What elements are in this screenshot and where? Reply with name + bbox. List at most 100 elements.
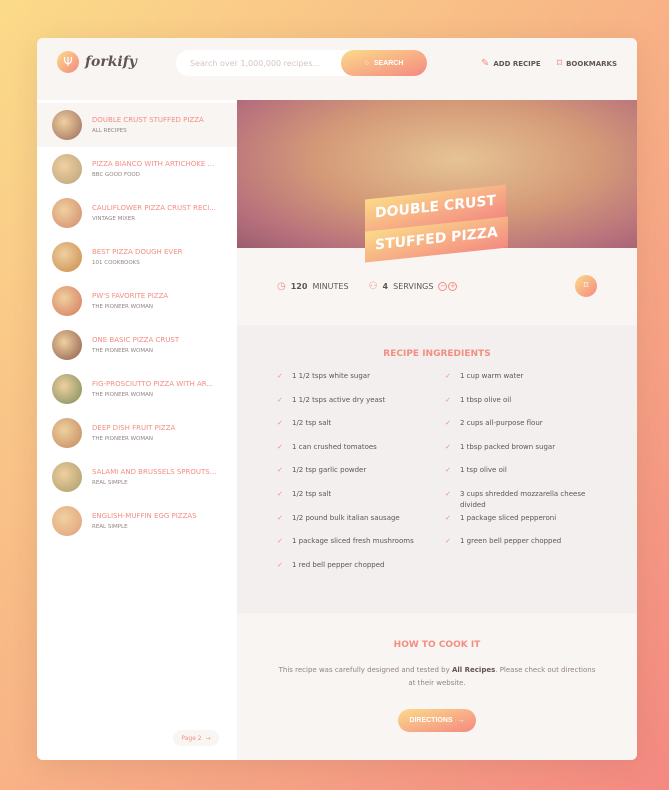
ingredient-text: 1/2 pound bulk italian sausage: [292, 513, 400, 522]
ingredient-text: 1/2 tsp salt: [292, 419, 332, 428]
result-publisher: THE PIONEER WOMAN: [92, 348, 154, 354]
search-button[interactable]: ○ SEARCH: [341, 50, 427, 76]
ingredient-text: 1 package sliced pepperoni: [460, 513, 557, 522]
ingredient: ✓ 1/2 tsp salt: [277, 489, 445, 513]
ingredient: ✓ 1 tbsp packed brown sugar: [445, 442, 605, 466]
search-label: SEARCH: [373, 59, 404, 67]
ingredient-text: 1 cup warm water: [460, 372, 524, 380]
ingredient: ✓ 1 package sliced pepperoni: [445, 513, 605, 537]
decrease-servings-button[interactable]: −: [438, 282, 448, 291]
edit-icon: ✎: [481, 58, 490, 69]
ingredient-text: 1 1/2 tsps white sugar: [292, 372, 370, 380]
check-icon: ✓: [277, 395, 283, 404]
servings-label: SERVINGS: [393, 282, 434, 291]
result-item[interactable]: DEEP DISH FRUIT PIZZA THE PIONEER WOMAN: [37, 411, 237, 455]
result-publisher: THE PIONEER WOMAN: [92, 392, 154, 398]
directions-title: HOW TO COOK IT: [393, 640, 481, 650]
add-recipe-button[interactable]: ✎ ADD RECIPE: [481, 58, 541, 69]
increase-servings-button[interactable]: +: [448, 282, 458, 291]
recipe-thumbnail: [52, 110, 82, 140]
ingredient: ✓ 1 tsp olive oil: [445, 465, 605, 489]
result-title: ONE BASIC PIZZA CRUST: [92, 336, 180, 344]
result-title: SALAMI AND BRUSSELS SPROUTS...: [92, 468, 217, 476]
search-icon: ○: [364, 59, 369, 67]
check-icon: ✓: [445, 466, 451, 475]
ingredient: ✓ 3 cups shredded mozzarella cheese divid…: [445, 489, 605, 513]
servings: ⚇ 4 SERVINGS − +: [369, 281, 458, 292]
logo-text: forkify: [85, 54, 137, 70]
recipe-details: ◷ 120 MINUTES ⚇ 4 SERVINGS − + ⌑: [237, 248, 637, 325]
bookmark-recipe-button[interactable]: ⌑: [575, 275, 597, 297]
minutes-label: MINUTES: [312, 282, 349, 291]
ingredient: ✓ 1 1/2 tsps active dry yeast: [277, 395, 445, 419]
bookmarks-button[interactable]: ⌑ BOOKMARKS: [557, 58, 617, 69]
result-publisher: ALL RECIPES: [92, 128, 127, 134]
directions-section: HOW TO COOK IT This recipe was carefully…: [237, 613, 637, 732]
result-item[interactable]: ENGLISH-MUFFIN EGG PIZZAS REAL SIMPLE: [37, 499, 237, 543]
check-icon: ✓: [445, 395, 451, 404]
recipe-thumbnail: [52, 418, 82, 448]
result-item[interactable]: FIG-PROSCIUTTO PIZZA WITH AR... THE PION…: [37, 367, 237, 411]
ingredient-text: 1 red bell pepper chopped: [292, 560, 385, 569]
result-item[interactable]: DOUBLE CRUST STUFFED PIZZA ALL RECIPES: [37, 103, 237, 147]
ingredient: ✓ 1/2 tsp garlic powder: [277, 465, 445, 489]
check-icon: ✓: [445, 537, 451, 546]
result-title: PW'S FAVORITE PIZZA: [92, 292, 169, 300]
search-form: ○ SEARCH: [176, 50, 427, 76]
ingredient-text: 1/2 tsp garlic powder: [292, 466, 367, 475]
check-icon: ✓: [277, 513, 283, 522]
result-item[interactable]: ONE BASIC PIZZA CRUST THE PIONEER WOMAN: [37, 323, 237, 367]
users-icon: ⚇: [368, 281, 378, 292]
pagination-next-button[interactable]: Page 2 →: [173, 730, 219, 746]
ingredient: ✓ 1 red bell pepper chopped: [277, 560, 445, 584]
check-icon: ✓: [277, 489, 283, 498]
ingredient-text: 1 green bell pepper chopped: [460, 537, 562, 546]
servings-value: 4: [382, 282, 389, 291]
result-item[interactable]: BEST PIZZA DOUGH EVER 101 COOKBOOKS: [37, 235, 237, 279]
result-title: DOUBLE CRUST STUFFED PIZZA: [92, 116, 204, 124]
search-input[interactable]: [176, 58, 341, 68]
ingredient-text: 1/2 tsp salt: [292, 489, 332, 498]
arrow-right-icon: →: [205, 734, 211, 742]
ingredient-text: 3 cups shredded mozzarella cheese divide…: [460, 489, 586, 510]
result-title: ENGLISH-MUFFIN EGG PIZZAS: [92, 512, 197, 520]
bookmarks-label: BOOKMARKS: [566, 59, 617, 68]
recipe-thumbnail: [52, 462, 82, 492]
result-title: FIG-PROSCIUTTO PIZZA WITH AR...: [92, 380, 214, 388]
recipe-view: DOUBLE CRUST STUFFED PIZZA ◷ 120 MINUTES ⚇…: [237, 100, 637, 760]
ingredient: ✓ 1 package sliced fresh mushrooms: [277, 536, 445, 560]
recipe-thumbnail: [52, 506, 82, 536]
directions-button[interactable]: DIRECTIONS →: [398, 708, 476, 732]
result-publisher: VINTAGE MIXER: [92, 216, 136, 222]
check-icon: ✓: [277, 372, 283, 380]
directions-label: DIRECTIONS: [409, 716, 453, 724]
recipe-thumbnail: [52, 286, 82, 316]
result-publisher: 101 COOKBOOKS: [92, 260, 140, 266]
fork-icon: Ψ: [57, 51, 79, 73]
ingredient-text: 2 cups all-purpose flour: [460, 419, 543, 428]
ingredient-text: 1 tbsp packed brown sugar: [460, 442, 556, 451]
ingredient: ✓ 1 1/2 tsps white sugar: [277, 371, 445, 395]
recipe-thumbnail: [52, 154, 82, 184]
ingredient: ✓ 1/2 pound bulk italian sausage: [277, 513, 445, 537]
check-icon: ✓: [445, 372, 451, 380]
result-item[interactable]: CAULIFLOWER PIZZA CRUST RECI... VINTAGE …: [37, 191, 237, 235]
result-item[interactable]: PW'S FAVORITE PIZZA THE PIONEER WOMAN: [37, 279, 237, 323]
bookmark-icon: ⌑: [583, 281, 589, 291]
ingredients-title: RECIPE INGREDIENTS: [383, 349, 491, 359]
publisher-name: All Recipes: [451, 666, 496, 674]
check-icon: ✓: [277, 466, 283, 475]
ingredient-text: 1 1/2 tsps active dry yeast: [292, 395, 386, 404]
ingredient-text: 1 package sliced fresh mushrooms: [292, 537, 414, 546]
recipe-thumbnail: [52, 242, 82, 272]
clock-icon: ◷: [277, 281, 286, 292]
result-publisher: REAL SIMPLE: [92, 480, 128, 486]
app-container: Ψ forkify ○SEARCH ✎ADD RECIPE ⌑BOOKMARKS…: [37, 38, 637, 760]
check-icon: ✓: [445, 513, 451, 522]
result-item[interactable]: SALAMI AND BRUSSELS SPROUTS... REAL SIMP…: [37, 455, 237, 499]
logo[interactable]: Ψ forkify: [57, 51, 137, 73]
ingredient-text: 1 tbsp olive oil: [460, 395, 512, 404]
result-item[interactable]: PIZZA BIANCO WITH ARTICHOKE ... BBC GOOD…: [37, 147, 237, 191]
nav: ✎ ADD RECIPE ⌑ BOOKMARKS: [481, 58, 617, 69]
result-title: DEEP DISH FRUIT PIZZA: [92, 424, 176, 432]
